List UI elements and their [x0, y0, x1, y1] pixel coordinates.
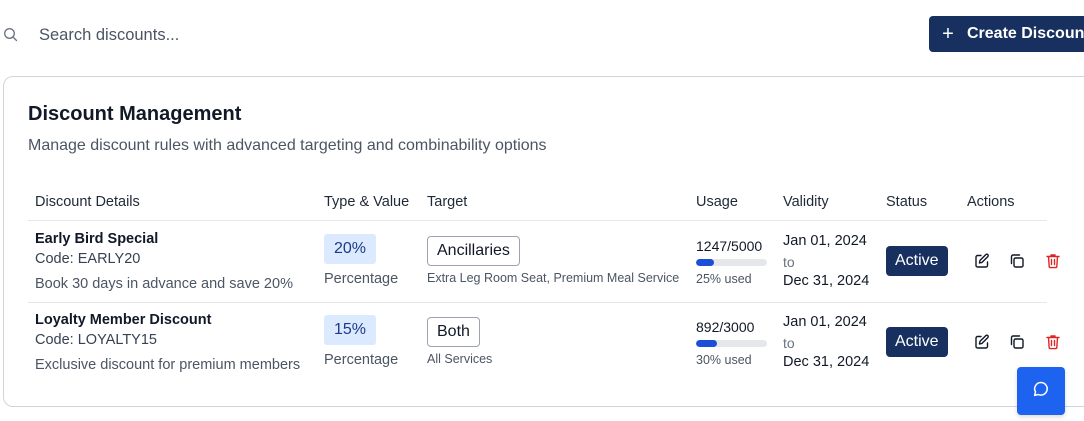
chat-button[interactable]: [1017, 367, 1065, 415]
valid-until: Dec 31, 2024: [783, 273, 870, 289]
header-target: Target: [427, 194, 468, 210]
discount-management-card: Discount Management Manage discount rule…: [3, 76, 1084, 407]
valid-from: Jan 01, 2024: [783, 233, 867, 249]
valid-to-word: to: [783, 335, 795, 351]
trash-icon[interactable]: [1044, 252, 1062, 270]
discount-code: Code: LOYALTY15: [35, 332, 157, 348]
target-detail: All Services: [427, 352, 493, 366]
header-actions: Actions: [967, 194, 1015, 210]
discount-name: Early Bird Special: [35, 231, 159, 247]
chat-icon: [1032, 380, 1050, 403]
header-validity: Validity: [783, 194, 829, 210]
edit-icon[interactable]: [973, 252, 991, 270]
usage-progress-fill: [696, 340, 718, 347]
edit-icon[interactable]: [973, 333, 991, 351]
value-badge: 20%: [324, 234, 377, 264]
header-discount-details: Discount Details: [35, 194, 140, 210]
usage-progress-bar: [696, 340, 767, 347]
usage-progress-bar: [696, 259, 767, 266]
search-icon: [3, 27, 19, 43]
usage-count: 1247/5000: [696, 238, 763, 254]
target-badge: Ancillaries: [427, 236, 520, 266]
copy-icon[interactable]: [1008, 252, 1026, 270]
valid-until: Dec 31, 2024: [783, 354, 870, 370]
usage-percent-label: 30% used: [696, 353, 752, 367]
create-discount-label: Create Discount: [967, 25, 1084, 42]
header-status: Status: [886, 194, 928, 210]
header-type-value: Type & Value: [324, 194, 410, 210]
target-detail: Extra Leg Room Seat, Premium Meal Servic…: [427, 271, 680, 285]
search-input[interactable]: [30, 20, 430, 50]
card-subtitle: Manage discount rules with advanced targ…: [28, 137, 547, 154]
value-badge: 15%: [324, 315, 377, 345]
discount-description: Exclusive discount for premium members: [35, 357, 301, 373]
plus-icon: +: [942, 22, 954, 45]
table-row: Early Bird Special Code: EARLY20 Book 30…: [4, 221, 1084, 302]
status-badge: Active: [886, 246, 948, 276]
top-bar: + Create Discount: [0, 0, 1084, 70]
usage-percent-label: 25% used: [696, 272, 752, 286]
type-label: Percentage: [324, 352, 399, 368]
table-row: Loyalty Member Discount Code: LOYALTY15 …: [4, 302, 1084, 383]
status-badge: Active: [886, 327, 948, 357]
create-discount-button[interactable]: + Create Discount: [929, 16, 1084, 52]
trash-icon[interactable]: [1044, 333, 1062, 351]
type-label: Percentage: [324, 271, 399, 287]
discount-name: Loyalty Member Discount: [35, 312, 212, 328]
valid-from: Jan 01, 2024: [783, 314, 867, 330]
valid-to-word: to: [783, 254, 795, 270]
header-usage: Usage: [696, 194, 738, 210]
target-badge: Both: [427, 317, 480, 347]
card-title: Discount Management: [28, 103, 242, 125]
usage-count: 892/3000: [696, 319, 755, 335]
discount-description: Book 30 days in advance and save 20%: [35, 276, 293, 292]
discount-code: Code: EARLY20: [35, 251, 141, 267]
copy-icon[interactable]: [1008, 333, 1026, 351]
usage-progress-fill: [696, 259, 714, 266]
